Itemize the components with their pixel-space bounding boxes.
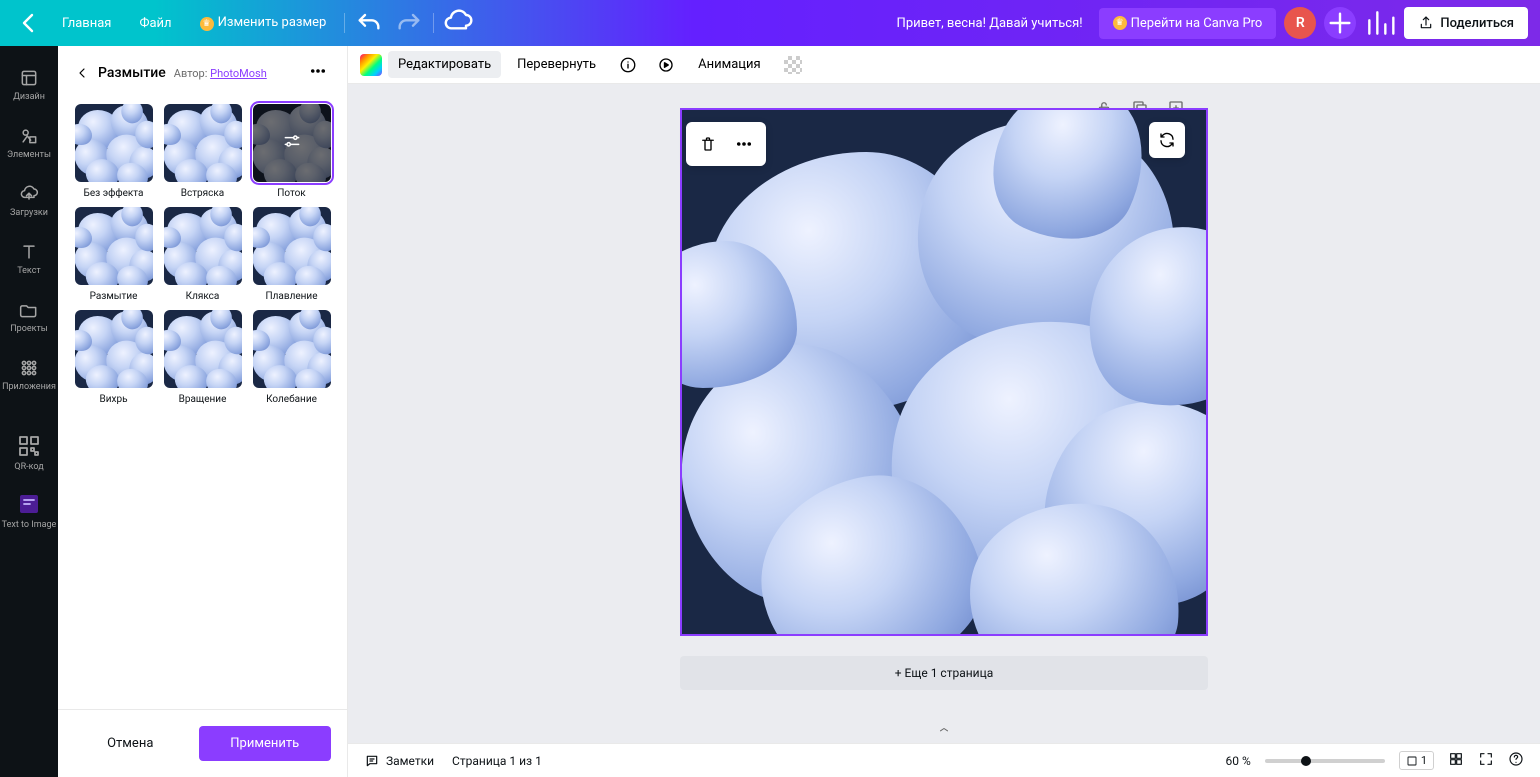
- regenerate-icon[interactable]: [1149, 122, 1185, 158]
- home-menu[interactable]: Главная: [52, 10, 121, 37]
- rail-text[interactable]: Текст: [0, 230, 58, 288]
- user-avatar[interactable]: R: [1284, 7, 1316, 39]
- effect-label: Колебание: [266, 394, 317, 405]
- resize-label: Изменить размер: [218, 15, 327, 30]
- rail-label: Элементы: [7, 150, 51, 160]
- rail-label: Текст: [17, 266, 41, 276]
- cloud-sync-icon[interactable]: [442, 7, 474, 39]
- navigation-rail: Дизайн Элементы Загрузки Текст Проекты П…: [0, 46, 58, 777]
- status-bar: Заметки Страница 1 из 1 60 % 1: [348, 743, 1540, 777]
- cancel-button[interactable]: Отмена: [74, 726, 187, 761]
- upgrade-pro-button[interactable]: ♛ Перейти на Canva Pro: [1099, 8, 1277, 39]
- rail-apps[interactable]: Приложения: [0, 346, 58, 404]
- effect-label: Поток: [277, 188, 305, 199]
- page-number-box[interactable]: 1: [1399, 751, 1434, 770]
- rail-label: Проекты: [10, 324, 48, 334]
- effect-Размытие[interactable]: Размытие: [74, 207, 153, 302]
- image-content: [682, 110, 1206, 634]
- delete-icon[interactable]: [690, 126, 726, 162]
- transparency-icon[interactable]: [777, 49, 809, 81]
- top-bar: Главная Файл ♛ Изменить размер Привет, ве…: [0, 0, 1540, 46]
- flip-button[interactable]: Перевернуть: [507, 51, 606, 78]
- author-link[interactable]: PhotoMosh: [210, 67, 267, 80]
- resize-menu[interactable]: ♛ Изменить размер: [190, 9, 337, 37]
- effect-label: Размытие: [90, 291, 138, 302]
- effect-label: Клякса: [186, 291, 220, 302]
- effect-Без эффекта[interactable]: Без эффекта: [74, 104, 153, 199]
- add-member-button[interactable]: [1324, 7, 1356, 39]
- effect-label: Вращение: [179, 394, 227, 405]
- color-picker-button[interactable]: [360, 54, 382, 76]
- crown-icon: ♛: [1113, 16, 1127, 30]
- rail-projects[interactable]: Проекты: [0, 288, 58, 346]
- effect-label: Без эффекта: [84, 188, 144, 199]
- file-menu[interactable]: Файл: [129, 10, 181, 37]
- redo-icon[interactable]: [393, 7, 425, 39]
- fullscreen-icon[interactable]: [1478, 751, 1494, 770]
- effects-grid: Без эффекта Встряска Поток Размытие Клякса Пл…: [58, 100, 347, 409]
- grid-view-icon[interactable]: [1448, 751, 1464, 770]
- panel-title: Размытие: [98, 65, 166, 81]
- rail-elements[interactable]: Элементы: [0, 114, 58, 172]
- help-icon[interactable]: [1508, 751, 1524, 770]
- notes-label: Заметки: [386, 754, 434, 768]
- notes-button[interactable]: Заметки: [364, 753, 434, 769]
- crown-icon: ♛: [200, 17, 214, 31]
- effect-label: Вихрь: [99, 394, 127, 405]
- collapse-icon[interactable]: [934, 724, 954, 743]
- effect-label: Плавление: [266, 291, 318, 302]
- effect-Вращение[interactable]: Вращение: [163, 310, 242, 405]
- add-page-button[interactable]: + Еще 1 страница: [680, 656, 1208, 690]
- edit-image-button[interactable]: Редактировать: [388, 51, 501, 78]
- rail-label: QR-код: [14, 462, 43, 472]
- zoom-level[interactable]: 60 %: [1226, 754, 1251, 768]
- back-icon[interactable]: [74, 65, 90, 81]
- canvas-area: Редактировать Перевернуть Анимация + Еще…: [348, 46, 1540, 777]
- apply-button[interactable]: Применить: [199, 726, 332, 761]
- document-title[interactable]: Привет, весна! Давай учиться!: [897, 16, 1083, 31]
- undo-icon[interactable]: [353, 7, 385, 39]
- effect-Встряска[interactable]: Встряска: [163, 104, 242, 199]
- share-button[interactable]: Поделиться: [1404, 7, 1528, 39]
- zoom-slider[interactable]: [1265, 759, 1385, 763]
- panel-author: Автор: PhotoMosh: [174, 67, 267, 80]
- animation-button[interactable]: Анимация: [688, 51, 771, 78]
- more-icon[interactable]: [726, 126, 762, 162]
- info-icon[interactable]: [612, 49, 644, 81]
- back-icon[interactable]: [12, 7, 44, 39]
- canvas-page[interactable]: [680, 108, 1208, 636]
- rail-uploads[interactable]: Загрузки: [0, 172, 58, 230]
- rail-design[interactable]: Дизайн: [0, 56, 58, 114]
- animate-icon[interactable]: [650, 49, 682, 81]
- page-counter[interactable]: Страница 1 из 1: [452, 754, 542, 768]
- rail-label: Дизайн: [13, 92, 45, 102]
- effect-Клякса[interactable]: Клякса: [163, 207, 242, 302]
- effect-label: Встряска: [181, 188, 224, 199]
- effect-Вихрь[interactable]: Вихрь: [74, 310, 153, 405]
- more-options-button[interactable]: [305, 58, 331, 88]
- context-toolbar: Редактировать Перевернуть Анимация: [348, 46, 1540, 84]
- rail-label: Загрузки: [10, 208, 48, 218]
- rail-text-to-image[interactable]: Text to Image: [0, 482, 58, 540]
- effect-Колебание[interactable]: Колебание: [252, 310, 331, 405]
- share-label: Поделиться: [1440, 16, 1514, 31]
- rail-label: Приложения: [2, 382, 56, 392]
- floating-toolbar: [686, 122, 766, 166]
- effect-Поток[interactable]: Поток: [252, 104, 331, 199]
- effect-Плавление[interactable]: Плавление: [252, 207, 331, 302]
- rail-qrcode[interactable]: QR-код: [0, 424, 58, 482]
- rail-label: Text to Image: [2, 520, 57, 530]
- pro-label: Перейти на Canva Pro: [1131, 16, 1263, 31]
- effects-panel: Размытие Автор: PhotoMosh Без эффекта Вст…: [58, 46, 348, 777]
- insights-icon[interactable]: [1364, 7, 1396, 39]
